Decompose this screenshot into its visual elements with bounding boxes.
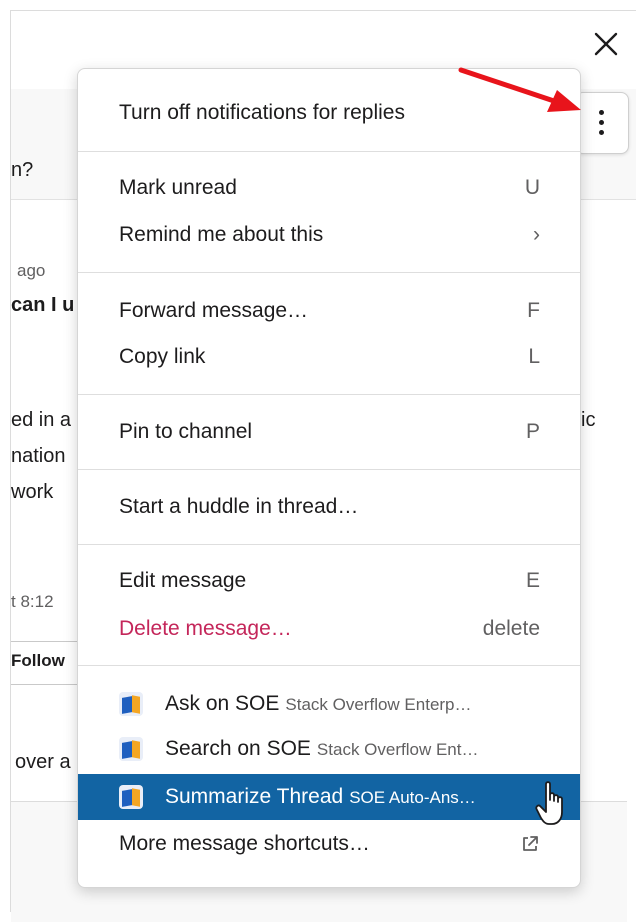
right-fragment: ic [581,409,596,431]
kebab-dot [599,120,604,125]
bold-fragment: can I u [11,294,75,316]
shortcut-name: Ask on SOE [165,692,280,715]
kebab-dot [599,130,604,135]
hand-cursor-icon [535,780,571,828]
app-name: Stack Overflow Enterp… [285,695,472,714]
menu-item-label: Delete message… [119,617,292,640]
menu-divider [78,469,580,470]
menu-divider [78,544,580,545]
time-stamp: t 8:12 [11,592,54,611]
menu-item-copy-link[interactable]: Copy link L [78,334,580,380]
question-fragment: n? [11,159,34,181]
shortcut-hint: U [524,176,540,199]
app-name: SOE Auto-Ans… [349,788,476,807]
body-line-1: ed in a [11,409,72,431]
soe-app-icon [119,692,143,716]
shortcut-hint: L [528,345,540,368]
app-name: Stack Overflow Ent… [316,740,479,759]
menu-item-search-soe[interactable]: Search on SOE Stack Overflow Ent… [78,726,580,772]
menu-item-label: Edit message [119,569,247,592]
shortcut-hint: delete [482,617,540,640]
menu-item-label: Copy link [119,345,206,368]
chevron-right-icon: › [533,223,540,246]
close-icon[interactable] [592,30,620,58]
body-line-3: work [11,481,54,503]
shortcut-hint: E [525,569,540,592]
body-line-2: nation [11,445,66,467]
menu-item-label: Pin to channel [119,420,253,443]
menu-item-more-shortcuts[interactable]: More message shortcuts… [78,821,580,867]
shortcut-hint: F [527,299,540,322]
menu-item-mark-unread[interactable]: Mark unread U [78,165,580,211]
menu-item-edit[interactable]: Edit message E [78,558,580,604]
menu-item-label: Start a huddle in thread… [119,495,359,518]
external-link-icon [520,834,540,854]
message-actions-menu: Turn off notifications for replies Mark … [77,68,581,888]
menu-divider [78,394,580,395]
menu-divider [78,665,580,666]
menu-divider [78,272,580,273]
menu-item-delete[interactable]: Delete message… delete [78,606,580,652]
menu-item-start-huddle[interactable]: Start a huddle in thread… [78,484,580,530]
menu-item-forward[interactable]: Forward message… F [78,288,580,334]
soe-app-icon [119,785,143,809]
menu-item-label: Turn off notifications for replies [119,101,405,124]
shortcut-name: Search on SOE [165,737,311,760]
menu-item-label: Mark unread [119,176,237,199]
menu-item-label: Forward message… [119,299,309,322]
menu-item-remind[interactable]: Remind me about this › [78,212,580,258]
menu-item-pin[interactable]: Pin to channel P [78,409,580,455]
more-vertical-icon [599,110,604,115]
follow-label: Follow [11,651,65,670]
menu-item-ask-soe[interactable]: Ask on SOE Stack Overflow Enterp… [78,681,580,727]
annotation-arrow-icon [455,62,585,122]
shortcut-name: Summarize Thread [165,785,344,808]
soe-app-icon [119,737,143,761]
shortcut-hint: P [525,420,540,443]
menu-item-label: Remind me about this [119,223,324,246]
menu-item-label: More message shortcuts… [119,832,370,855]
menu-divider [78,151,580,152]
bottom-fragment: over a [15,751,71,773]
time-ago: ago [17,261,46,280]
menu-item-summarize-thread[interactable]: Summarize Thread SOE Auto-Ans… [78,774,580,820]
